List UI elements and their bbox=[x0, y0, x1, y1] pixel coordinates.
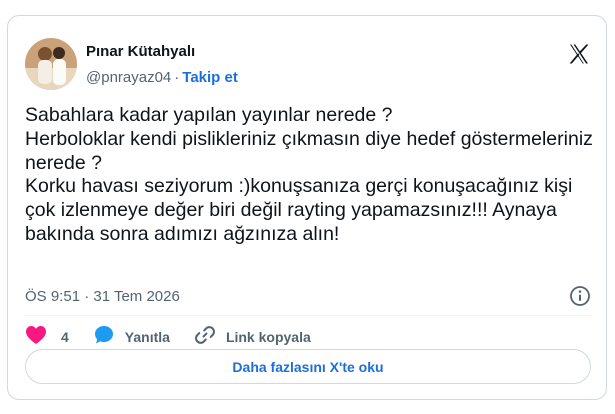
reply-button[interactable]: Yanıtla bbox=[93, 324, 170, 351]
copy-link-button[interactable]: Link kopyala bbox=[194, 324, 311, 351]
avatar[interactable] bbox=[25, 38, 77, 90]
read-more-button[interactable]: Daha fazlasını X'te oku bbox=[25, 349, 591, 384]
reply-bubble-icon bbox=[93, 324, 115, 351]
x-logo-icon[interactable] bbox=[567, 42, 591, 66]
author-handle[interactable]: @pnrayaz04 bbox=[86, 69, 171, 86]
divider bbox=[25, 315, 591, 316]
separator-dot: · bbox=[174, 69, 180, 86]
follow-button[interactable]: Takip et bbox=[182, 69, 238, 86]
tweet-timestamp[interactable]: ÖS 9:51 · 31 Tem 2026 bbox=[25, 288, 180, 305]
like-count: 4 bbox=[61, 329, 69, 345]
link-icon bbox=[194, 324, 216, 351]
copy-link-label: Link kopyala bbox=[225, 329, 311, 345]
author-name[interactable]: Pınar Kütahyalı bbox=[86, 43, 195, 60]
tweet-card: Pınar Kütahyalı @pnrayaz04 · Takip et Saba… bbox=[7, 15, 607, 400]
like-button[interactable]: 4 bbox=[25, 325, 69, 350]
handle-row: @pnrayaz04 · Takip et bbox=[86, 69, 238, 86]
heart-icon bbox=[25, 325, 47, 350]
reply-label: Yanıtla bbox=[124, 329, 170, 345]
tweet-text: Sabahlara kadar yapılan yayınlar nerede … bbox=[25, 104, 593, 245]
info-icon[interactable] bbox=[569, 285, 591, 307]
